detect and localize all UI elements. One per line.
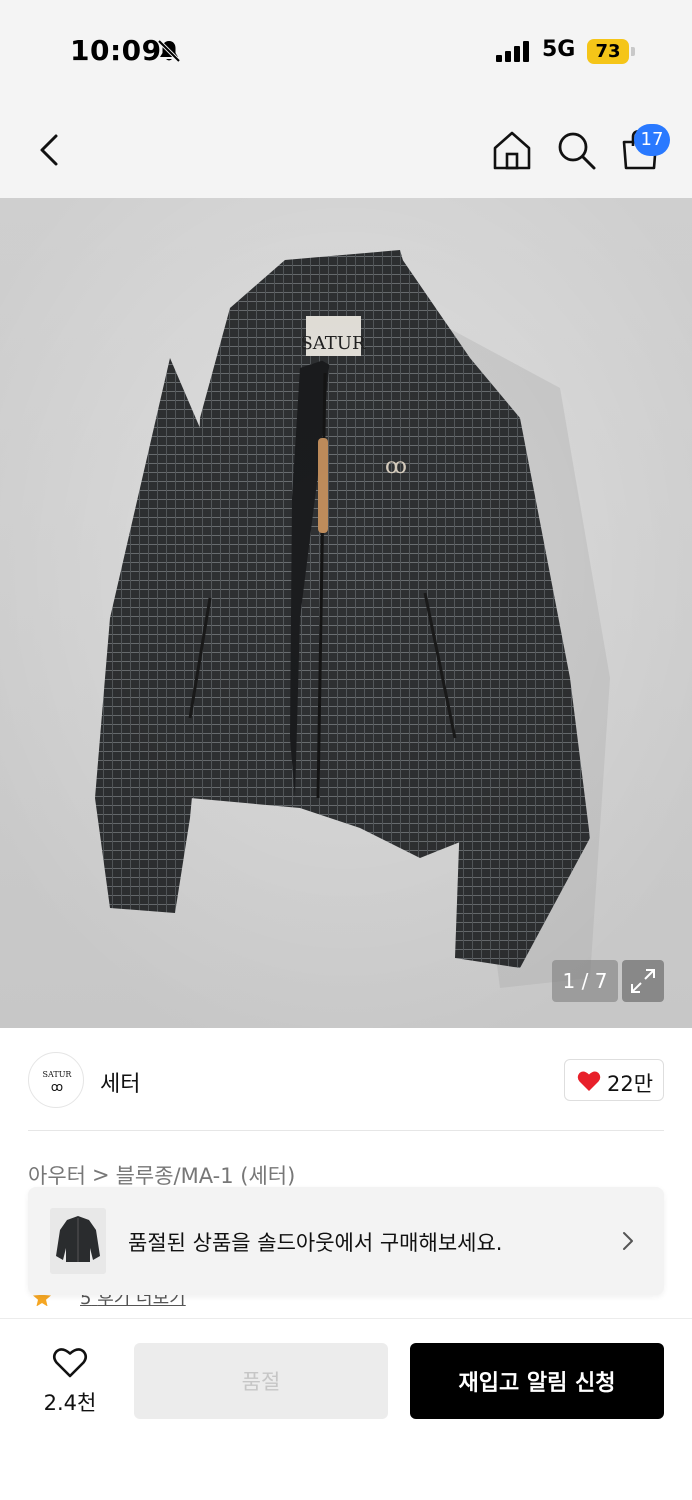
sold-out-banner-text: 품절된 상품을 솔드아웃에서 구매해보세요. (128, 1231, 503, 1255)
brand-name[interactable]: 세터 (100, 1066, 140, 1098)
brand-like-count: 22만 (607, 1072, 654, 1096)
chevron-right-icon: > (91, 1163, 110, 1187)
heart-filled-icon (577, 1071, 601, 1091)
bell-off-icon (157, 39, 181, 63)
status-bar: 10:09 5G 73 (0, 0, 692, 100)
expand-icon[interactable] (622, 960, 664, 1002)
image-counter: 1 / 7 (552, 960, 618, 1002)
status-time: 10:09 (70, 34, 162, 67)
chevron-right-icon (623, 1232, 633, 1250)
breadcrumb-category[interactable]: 아우터 (28, 1164, 86, 1188)
sold-out-button: 품절 (134, 1343, 388, 1419)
battery-indicator: 73 (587, 39, 629, 64)
top-nav-bar (0, 100, 692, 198)
sold-out-market-banner[interactable]: 품절된 상품을 솔드아웃에서 구매해보세요. (28, 1187, 664, 1295)
bottom-action-bar: 2.4천 품절 재입고 알림 신청 (0, 1318, 692, 1500)
home-icon[interactable] (490, 128, 534, 172)
back-arrow-icon[interactable] (30, 128, 70, 172)
cart-count-badge: 17 (634, 124, 670, 156)
brand-logo-text: SATUR (43, 1070, 73, 1079)
network-type: 5G (542, 37, 576, 62)
brand-like-button[interactable]: 22만 (564, 1059, 664, 1101)
breadcrumb-subcategory[interactable]: 블루종/MA-1 (세터) (116, 1164, 296, 1188)
product-image[interactable]: SATUR ꝏ (0, 198, 692, 1028)
breadcrumb: 아우터 > 블루종/MA-1 (세터) (28, 1160, 295, 1190)
wish-count: 2.4천 (43, 1391, 97, 1415)
brand-row[interactable]: SATUR ꝏ 세터 22만 (0, 1030, 692, 1130)
divider (28, 1130, 664, 1131)
heart-outline-icon[interactable] (52, 1347, 88, 1379)
product-thumbnail (50, 1208, 106, 1274)
search-icon[interactable] (554, 128, 598, 172)
brand-logo[interactable]: SATUR ꝏ (28, 1052, 84, 1108)
battery-tip (631, 47, 635, 56)
jacket-photo: SATUR ꝏ (0, 198, 692, 1028)
signal-icon (496, 41, 529, 62)
svg-text:ꝏ: ꝏ (51, 1080, 63, 1094)
restock-alert-button[interactable]: 재입고 알림 신청 (410, 1343, 664, 1419)
